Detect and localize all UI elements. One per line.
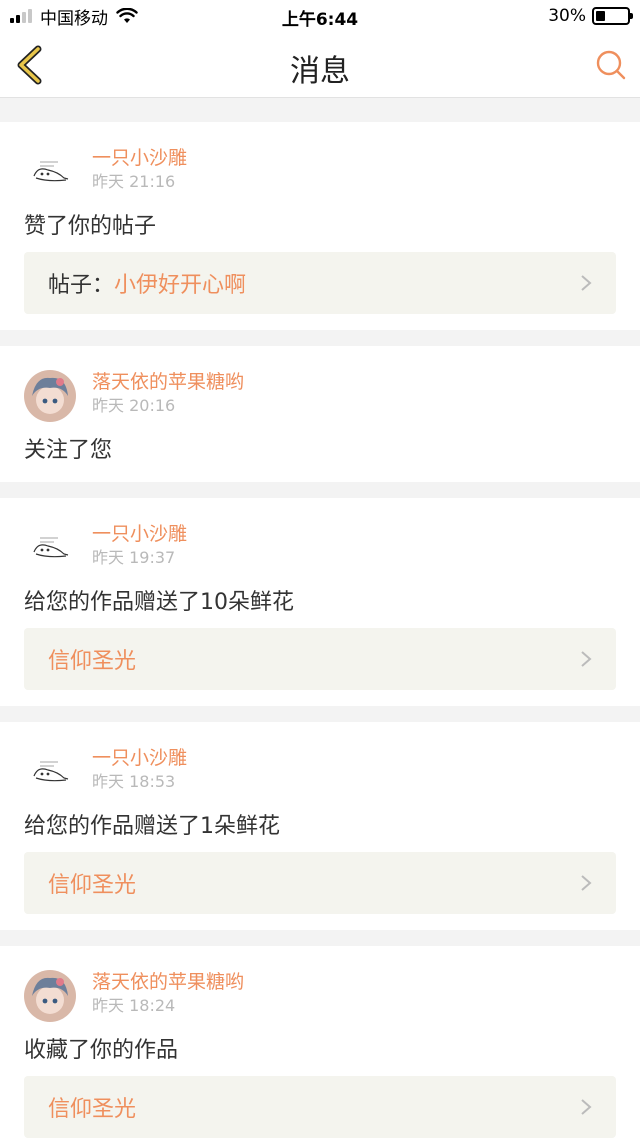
message-time: 昨天 18:24	[92, 996, 176, 1015]
message-card: 落天依的苹果糖哟 昨天 20:16 关注了您	[0, 346, 640, 482]
status-bar: 中国移动 上午6:44 30%	[0, 0, 640, 32]
action-text: 给您的作品赠送了1朵鲜花	[24, 814, 280, 839]
post-title: 信仰圣光	[48, 873, 137, 898]
message-time: 昨天 19:37	[92, 548, 176, 567]
post-title: 小伊好开心啊	[114, 273, 247, 298]
chevron-right-icon	[581, 275, 592, 291]
action-text: 给您的作品赠送了10朵鲜花	[24, 590, 294, 615]
user-name[interactable]: 一只小沙雕	[92, 746, 187, 770]
message-time: 昨天 21:16	[92, 172, 176, 191]
battery-icon	[592, 7, 633, 25]
user-name[interactable]: 落天依的苹果糖哟	[92, 370, 244, 394]
chevron-right-icon	[581, 651, 592, 667]
avatar-sketch-icon[interactable]	[24, 746, 76, 798]
post-link[interactable]: 信仰圣光	[24, 1076, 616, 1138]
status-time: 上午6:44	[281, 10, 359, 30]
post-title: 信仰圣光	[48, 649, 137, 674]
avatar-sketch-icon[interactable]	[24, 146, 76, 198]
nav-bar: 消息	[0, 32, 640, 98]
avatar-sketch-icon[interactable]	[24, 522, 76, 574]
page-title: 消息	[290, 54, 350, 89]
action-text: 关注了您	[24, 438, 113, 463]
user-name[interactable]: 一只小沙雕	[92, 522, 187, 546]
battery-percent: 30%	[548, 6, 586, 26]
message-card: 落天依的苹果糖哟 昨天 18:24 收藏了你的作品 信仰圣光	[0, 946, 640, 1138]
message-time: 昨天 20:16	[92, 396, 176, 415]
user-name[interactable]: 一只小沙雕	[92, 146, 187, 170]
avatar-anime-icon[interactable]	[24, 370, 76, 422]
user-name[interactable]: 落天依的苹果糖哟	[92, 970, 244, 994]
message-card: 一只小沙雕 昨天 21:16 赞了你的帖子 帖子： 小伊好开心啊	[0, 122, 640, 330]
post-title: 信仰圣光	[48, 1097, 137, 1122]
search-icon[interactable]	[594, 48, 628, 82]
action-text: 赞了你的帖子	[24, 214, 157, 239]
post-link[interactable]: 信仰圣光	[24, 852, 616, 914]
avatar-anime-icon[interactable]	[24, 970, 76, 1022]
chevron-right-icon	[581, 875, 592, 891]
message-list: 一只小沙雕 昨天 21:16 赞了你的帖子 帖子： 小伊好开心啊 落天依的苹果糖…	[0, 98, 640, 1138]
status-right: 30%	[548, 5, 633, 27]
post-link[interactable]: 帖子： 小伊好开心啊	[24, 252, 616, 314]
post-link[interactable]: 信仰圣光	[24, 628, 616, 690]
message-card: 一只小沙雕 昨天 18:53 给您的作品赠送了1朵鲜花 信仰圣光	[0, 722, 640, 930]
post-prefix: 帖子：	[48, 273, 115, 298]
chevron-right-icon	[581, 1099, 592, 1115]
message-card: 一只小沙雕 昨天 19:37 给您的作品赠送了10朵鲜花 信仰圣光	[0, 498, 640, 706]
message-time: 昨天 18:53	[92, 772, 176, 791]
action-text: 收藏了你的作品	[24, 1038, 179, 1063]
